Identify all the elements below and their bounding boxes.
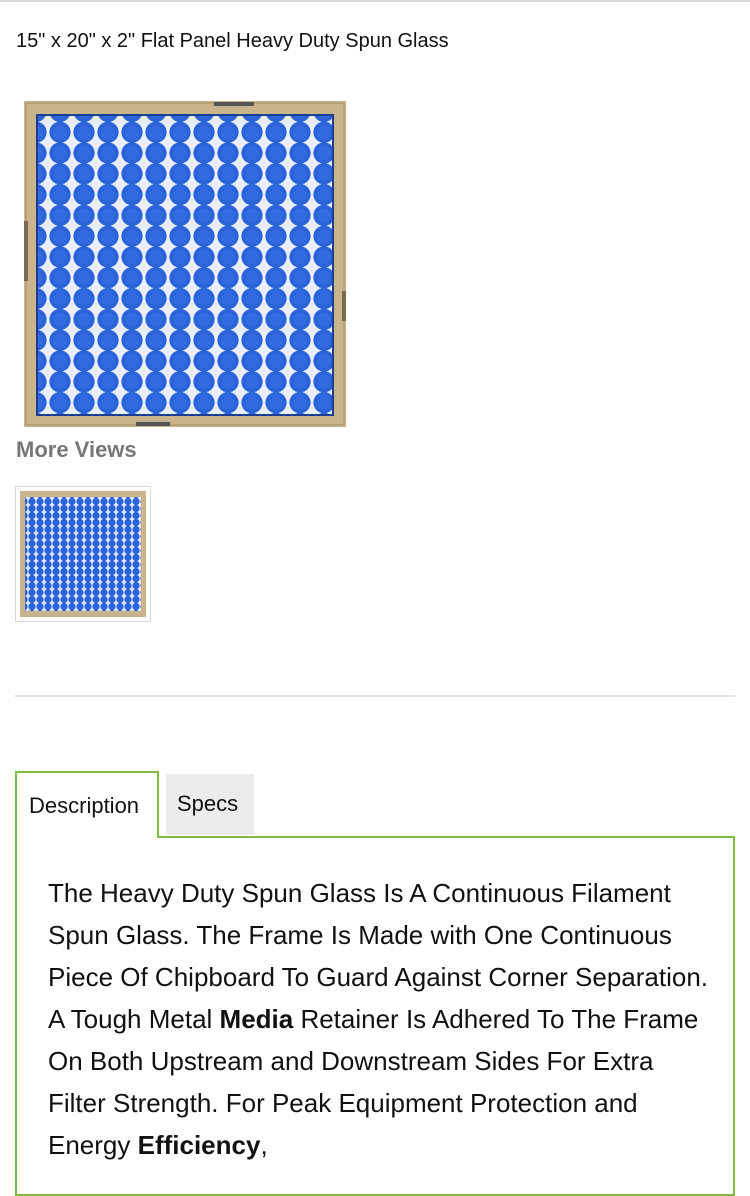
description-bold-media: Media <box>219 1004 294 1034</box>
tab-description[interactable]: Description <box>15 771 159 838</box>
description-panel: The Heavy Duty Spun Glass Is A Continuou… <box>15 836 735 1196</box>
description-bold-efficiency: Efficiency <box>137 1130 261 1160</box>
tab-specs-label: Specs <box>177 791 239 816</box>
tab-description-label: Description <box>29 793 140 818</box>
product-title: 15" x 20" x 2" Flat Panel Heavy Duty Spu… <box>16 30 449 52</box>
product-image-main[interactable] <box>24 101 346 427</box>
description-text-part3: , <box>260 1130 268 1160</box>
section-divider <box>15 695 735 697</box>
more-views-heading: More Views <box>16 437 137 462</box>
top-rule <box>0 0 750 2</box>
description-text: The Heavy Duty Spun Glass Is A Continuou… <box>48 872 716 1166</box>
tab-specs[interactable]: Specs <box>166 774 254 835</box>
thumbnail-view-1[interactable] <box>15 486 151 622</box>
